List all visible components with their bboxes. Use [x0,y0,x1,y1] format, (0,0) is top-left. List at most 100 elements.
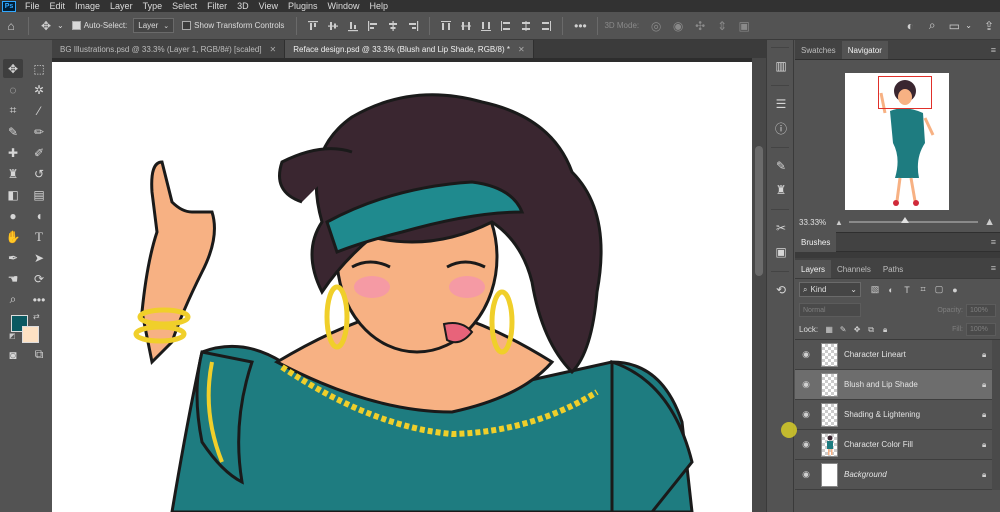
chevron-down-icon[interactable]: ⌄ [965,21,972,30]
layer-row[interactable]: ◉ Character Color Fill 🔒︎ [795,430,1000,460]
layer-name[interactable]: Shading & Lightening [844,410,982,419]
distribute-vertical-center-icon[interactable] [456,16,476,36]
default-colors-icon[interactable]: ◩ [9,332,16,340]
blur-tool-icon[interactable]: ● [3,206,23,225]
panel-menu-icon[interactable]: ≡ [991,237,996,247]
tab-swatches[interactable]: Swatches [795,41,842,59]
blend-mode-dropdown[interactable]: Normal [799,303,861,317]
share-icon[interactable]: ⇪ [978,15,1000,37]
align-horizontal-center-icon[interactable] [383,16,403,36]
adjustment-filter-icon[interactable]: ◐ [883,282,899,297]
orbit-3d-icon[interactable]: ◎ [645,15,667,37]
align-left-icon[interactable] [363,16,383,36]
menu-filter[interactable]: Filter [202,0,232,12]
menu-select[interactable]: Select [167,0,202,12]
menu-plugins[interactable]: Plugins [283,0,323,12]
tool-presets-icon[interactable]: ✂ [767,216,795,240]
menu-view[interactable]: View [254,0,283,12]
pixel-filter-icon[interactable]: ▧ [867,282,883,297]
close-icon[interactable]: ✕ [518,45,525,54]
filter-toggle-icon[interactable]: ● [947,282,963,297]
lasso-tool-icon[interactable]: ◌ [3,80,23,99]
layer-row[interactable]: ◉ Character Lineart 🔒︎ [795,340,1000,370]
marquee-tool-icon[interactable]: ⬚ [29,59,49,78]
move-tool-icon[interactable]: ✥ [3,59,23,78]
lock-transparent-icon[interactable]: ▦ [822,323,836,337]
history-icon[interactable]: ⟲ [767,278,795,302]
auto-select-checkbox[interactable] [71,21,81,30]
brush-tool-icon[interactable]: ✎ [3,122,23,141]
canvas-area[interactable] [52,58,752,512]
info-icon[interactable]: ⓘ [767,116,795,140]
menu-file[interactable]: File [20,0,45,12]
zoom-slider-knob[interactable] [900,217,909,223]
more-tools-icon[interactable]: ••• [29,290,49,309]
distribute-right-icon[interactable] [536,16,556,36]
show-transform-checkbox[interactable] [182,21,192,30]
eye-icon[interactable]: ◉ [795,469,817,480]
brush-settings-icon[interactable]: ✎ [767,154,795,178]
scrollbar-thumb[interactable] [755,146,763,276]
canvas-scrollbar[interactable] [752,58,766,512]
quick-mask-icon[interactable]: ◙ [3,345,23,364]
pencil-tool-icon[interactable]: ✏ [29,122,49,141]
pen-tool-icon[interactable]: ✒ [3,248,23,267]
eyedropper-tool-icon[interactable]: ⁄ [29,101,49,120]
history-brush-tool-icon[interactable]: ↺ [29,164,49,183]
menu-type[interactable]: Type [138,0,168,12]
properties-icon[interactable]: ▥ [767,54,795,78]
roll-3d-icon[interactable]: ◉ [667,15,689,37]
user-icon[interactable]: ◐ [899,15,921,37]
menu-layer[interactable]: Layer [105,0,138,12]
zoom-slider[interactable] [848,217,979,223]
tab-paths[interactable]: Paths [877,260,909,278]
tab-navigator[interactable]: Navigator [841,41,888,59]
distribute-bottom-icon[interactable] [476,16,496,36]
lock-image-icon[interactable]: ✎ [836,323,850,337]
align-vertical-center-icon[interactable] [323,16,343,36]
layer-name[interactable]: Blush and Lip Shade [844,380,982,389]
layer-comps-icon[interactable]: ▣ [767,240,795,264]
filter-kind-dropdown[interactable]: ⌕ Kind ⌄ [799,282,861,297]
magic-wand-tool-icon[interactable]: ✲ [29,80,49,99]
mixer-brush-tool-icon[interactable]: ✐ [29,143,49,162]
tab-channels[interactable]: Channels [831,260,877,278]
zoom-in-icon[interactable]: ▲ [984,216,995,228]
opacity-field[interactable]: 100% [966,303,996,317]
shape-filter-icon[interactable]: ⌗ [915,282,931,297]
path-selection-tool-icon[interactable]: ➤ [29,248,49,267]
layer-row[interactable]: ◉ Shading & Lightening 🔒︎ [795,400,1000,430]
crop-tool-icon[interactable]: ⌗ [3,101,23,120]
eye-icon[interactable]: ◉ [795,349,817,360]
more-options-icon[interactable]: ••• [569,15,591,37]
distribute-left-icon[interactable] [496,16,516,36]
chevron-down-icon[interactable]: ⌄ [57,21,64,30]
menu-image[interactable]: Image [70,0,105,12]
tab-layers[interactable]: Layers [795,260,832,278]
menu-help[interactable]: Help [365,0,394,12]
fill-field[interactable]: 100% [966,323,996,336]
swap-colors-icon[interactable]: ⇄ [33,312,40,321]
zoom-out-icon[interactable]: ▲ [835,218,843,227]
layer-name[interactable]: Background [844,470,982,479]
move-tool-icon[interactable]: ✥ [35,15,57,37]
layer-row[interactable]: ◉ Blush and Lip Shade 🔒︎ [795,370,1000,400]
layers-scrollbar[interactable] [992,340,1000,490]
zoom-percentage[interactable]: 33.33% [799,218,835,227]
menu-edit[interactable]: Edit [45,0,71,12]
clone-stamp-tool-icon[interactable]: ♜ [3,164,23,183]
close-icon[interactable]: ✕ [270,45,277,54]
background-color-swatch[interactable] [22,326,39,343]
lock-artboard-icon[interactable]: ⧉ [864,323,878,337]
align-right-icon[interactable] [403,16,423,36]
smart-object-filter-icon[interactable]: ▢ [931,282,947,297]
menu-3d[interactable]: 3D [232,0,254,12]
auto-select-target-dropdown[interactable]: Layer ⌄ [133,18,175,33]
distribute-top-icon[interactable] [436,16,456,36]
navigator-preview[interactable] [845,73,949,210]
eraser-tool-icon[interactable]: ◧ [3,185,23,204]
healing-brush-tool-icon[interactable]: ✚ [3,143,23,162]
align-bottom-icon[interactable] [343,16,363,36]
align-top-icon[interactable] [303,16,323,36]
panel-menu-icon[interactable]: ≡ [991,45,996,55]
